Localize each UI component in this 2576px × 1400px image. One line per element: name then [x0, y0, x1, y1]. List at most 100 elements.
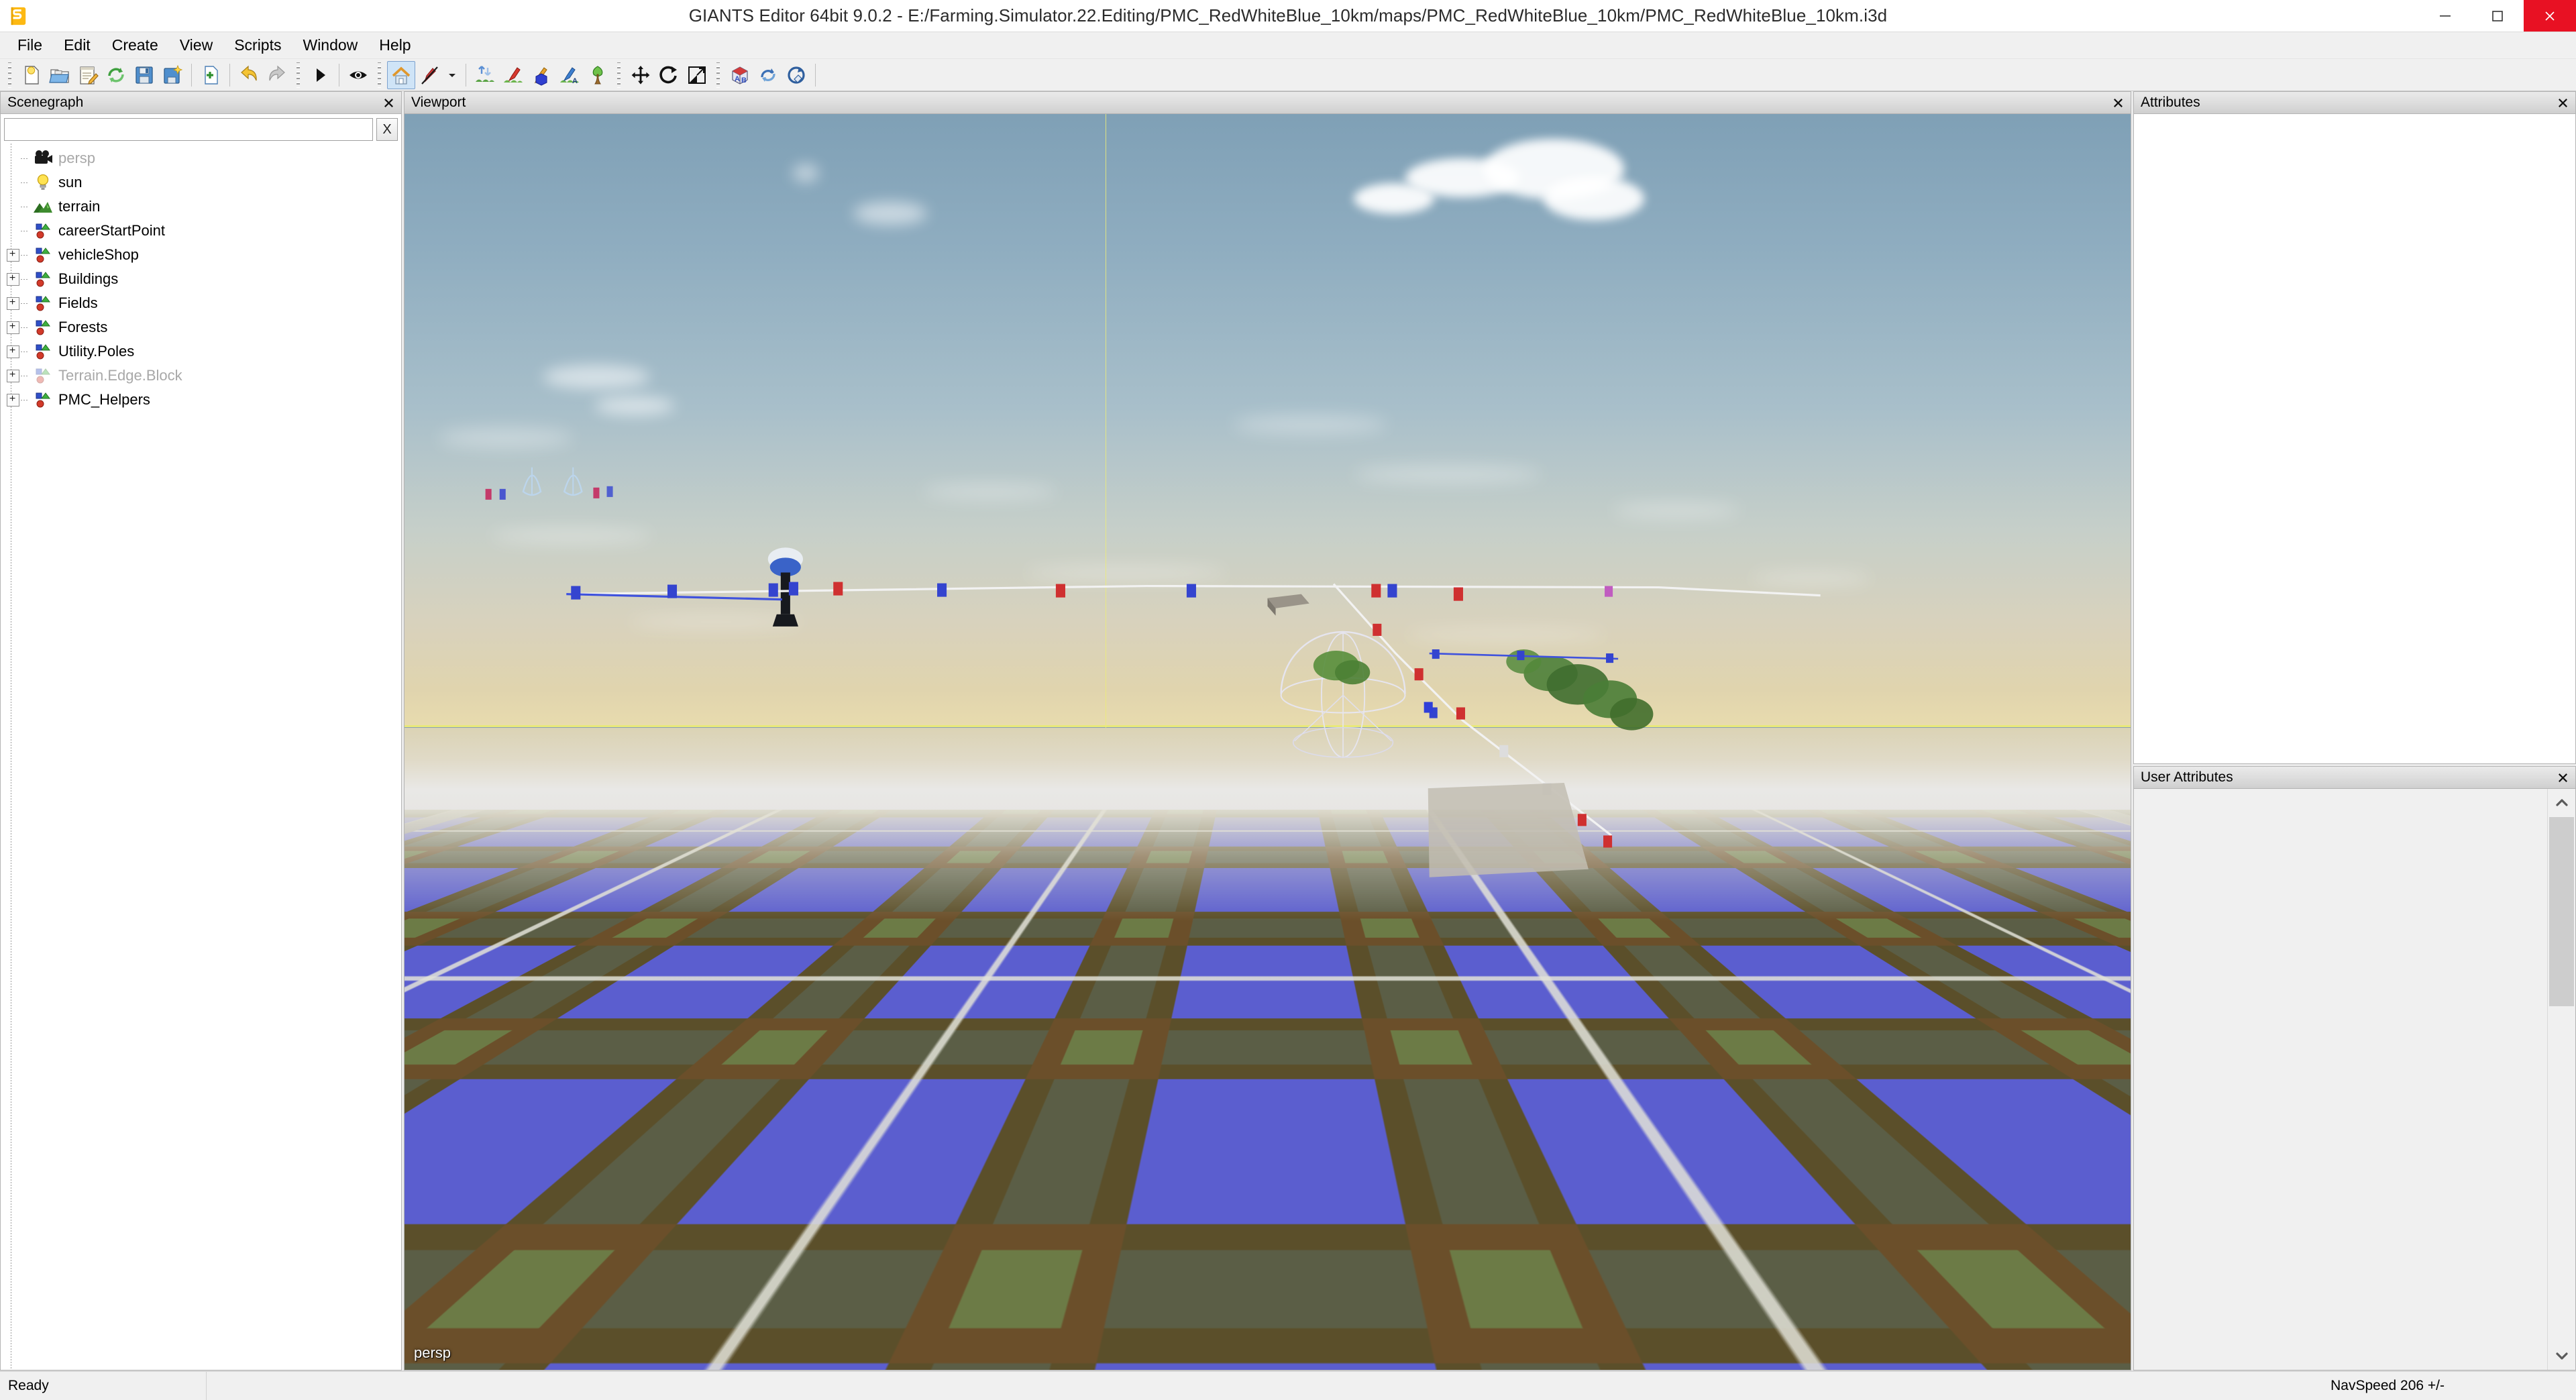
viewport-3d-canvas[interactable]: persp	[404, 114, 2131, 1370]
viewport-camera-label: persp	[414, 1344, 451, 1361]
undo-button[interactable]	[235, 61, 263, 89]
attributes-panel: Attributes	[2133, 91, 2576, 765]
home-terrain-button[interactable]	[387, 60, 415, 89]
terrain-foliage-button[interactable]	[527, 61, 555, 89]
svg-text:A: A	[735, 75, 740, 83]
tree-expander	[5, 223, 21, 239]
range-dome-gizmo	[1280, 631, 1406, 758]
attributes-header: Attributes	[2133, 91, 2576, 114]
close-icon[interactable]	[2109, 94, 2127, 111]
attributes-body[interactable]	[2133, 114, 2576, 765]
eye-button[interactable]	[344, 61, 372, 89]
menu-edit[interactable]: Edit	[53, 34, 101, 58]
tree-item-terrain[interactable]: terrain	[1, 195, 401, 219]
spline-node	[1424, 702, 1433, 713]
paint-disabled-button[interactable]	[415, 61, 443, 89]
scenegraph-tree[interactable]: persp sun terrain careerStartPoint + veh…	[1, 144, 401, 1370]
transform-icon	[32, 317, 54, 337]
scale-button[interactable]	[683, 61, 711, 89]
scrollbar-track[interactable]	[2548, 817, 2575, 1342]
rotate-button[interactable]	[655, 61, 683, 89]
save-as-button[interactable]	[158, 61, 186, 89]
tree-expander[interactable]	[5, 368, 21, 384]
user-attributes-content[interactable]	[2134, 789, 2547, 1370]
terrain-icon	[32, 197, 54, 217]
tree-expander[interactable]	[5, 271, 21, 287]
terrain-detail-button[interactable]: A	[555, 61, 584, 89]
tree-item-persp[interactable]: persp	[1, 146, 401, 170]
toolbar-separator	[229, 63, 230, 87]
tree-item-utility-poles[interactable]: Utility.Poles	[1, 339, 401, 364]
menu-scripts[interactable]: Scripts	[223, 34, 292, 58]
spline-horizontal	[566, 582, 1821, 601]
tree-connector	[21, 388, 32, 412]
transform-icon	[32, 269, 54, 289]
scenegraph-clear-button[interactable]: X	[376, 118, 398, 141]
toolbar-grip[interactable]	[714, 62, 722, 88]
close-icon[interactable]	[2554, 769, 2571, 786]
move-button[interactable]	[627, 61, 655, 89]
save-button[interactable]	[130, 61, 158, 89]
tree-expander[interactable]	[5, 343, 21, 360]
tree-item-vehicleshop[interactable]: vehicleShop	[1, 243, 401, 267]
tree-expander[interactable]	[5, 392, 21, 408]
tree-connector	[21, 219, 32, 243]
tree-item-buildings[interactable]: Buildings	[1, 267, 401, 291]
scenegraph-filter-input[interactable]	[4, 118, 373, 141]
tree-item-forests[interactable]: Forests	[1, 315, 401, 339]
menu-create[interactable]: Create	[101, 34, 169, 58]
toolbar-grip[interactable]	[376, 62, 384, 88]
tree-item-careerstartpoint[interactable]: careerStartPoint	[1, 219, 401, 243]
maximize-button[interactable]	[2471, 0, 2524, 32]
viewport-gizmo-overlay	[485, 467, 1821, 877]
toolbar-grip[interactable]	[615, 62, 623, 88]
menu-window[interactable]: Window	[292, 34, 368, 58]
tree-expander[interactable]	[5, 319, 21, 335]
menu-help[interactable]: Help	[368, 34, 421, 58]
scrollbar-thumb[interactable]	[2549, 817, 2574, 1006]
play-button[interactable]	[306, 61, 334, 89]
user-attributes-scrollbar[interactable]	[2547, 789, 2575, 1370]
viewport-header: Viewport	[404, 91, 2131, 114]
tree-connector	[21, 364, 32, 388]
redo-button[interactable]	[263, 61, 291, 89]
tree-item-fields[interactable]: Fields	[1, 291, 401, 315]
concrete-pad	[1428, 783, 1589, 877]
tree-item-sun[interactable]: sun	[1, 170, 401, 195]
close-icon[interactable]	[2554, 94, 2571, 111]
minimize-button[interactable]	[2419, 0, 2471, 32]
new-file-button[interactable]	[17, 61, 46, 89]
tree-expander[interactable]	[5, 247, 21, 263]
menu-file[interactable]: File	[7, 34, 53, 58]
tree-item-label: sun	[58, 174, 83, 191]
status-ready: Ready	[0, 1372, 207, 1400]
tree-item-label: persp	[58, 150, 96, 166]
cube-ab-button[interactable]: A B	[726, 61, 754, 89]
import-file-button[interactable]	[197, 61, 225, 89]
tree-connector	[21, 339, 32, 364]
menu-view[interactable]: View	[169, 34, 223, 58]
close-icon[interactable]	[380, 94, 397, 111]
transform-icon	[32, 245, 54, 265]
toolbar-grip[interactable]	[6, 62, 14, 88]
transform-icon	[32, 390, 54, 410]
tree-item-terrain-edge-block[interactable]: Terrain.Edge.Block	[1, 364, 401, 388]
toolbar-grip[interactable]	[294, 62, 303, 88]
chevron-down-icon[interactable]	[2548, 1342, 2575, 1370]
reload-button[interactable]	[102, 61, 130, 89]
tree-item-pmc-helpers[interactable]: PMC_Helpers	[1, 388, 401, 412]
dropdown-arrow-button[interactable]	[443, 61, 461, 89]
tree-expander[interactable]	[5, 295, 21, 311]
chevron-up-icon[interactable]	[2548, 789, 2575, 818]
edit-note-button[interactable]	[74, 61, 102, 89]
open-folder-button[interactable]	[46, 61, 74, 89]
tree-connector	[21, 315, 32, 339]
reload-textures-button[interactable]	[782, 61, 810, 89]
terrain-paint-button[interactable]	[499, 61, 527, 89]
refresh-materials-button[interactable]	[754, 61, 782, 89]
light-icon	[32, 172, 54, 193]
tree-connector	[21, 243, 32, 267]
terrain-tree-button[interactable]	[584, 61, 612, 89]
terrain-sculpt-button[interactable]	[471, 61, 499, 89]
close-button[interactable]	[2524, 0, 2576, 32]
